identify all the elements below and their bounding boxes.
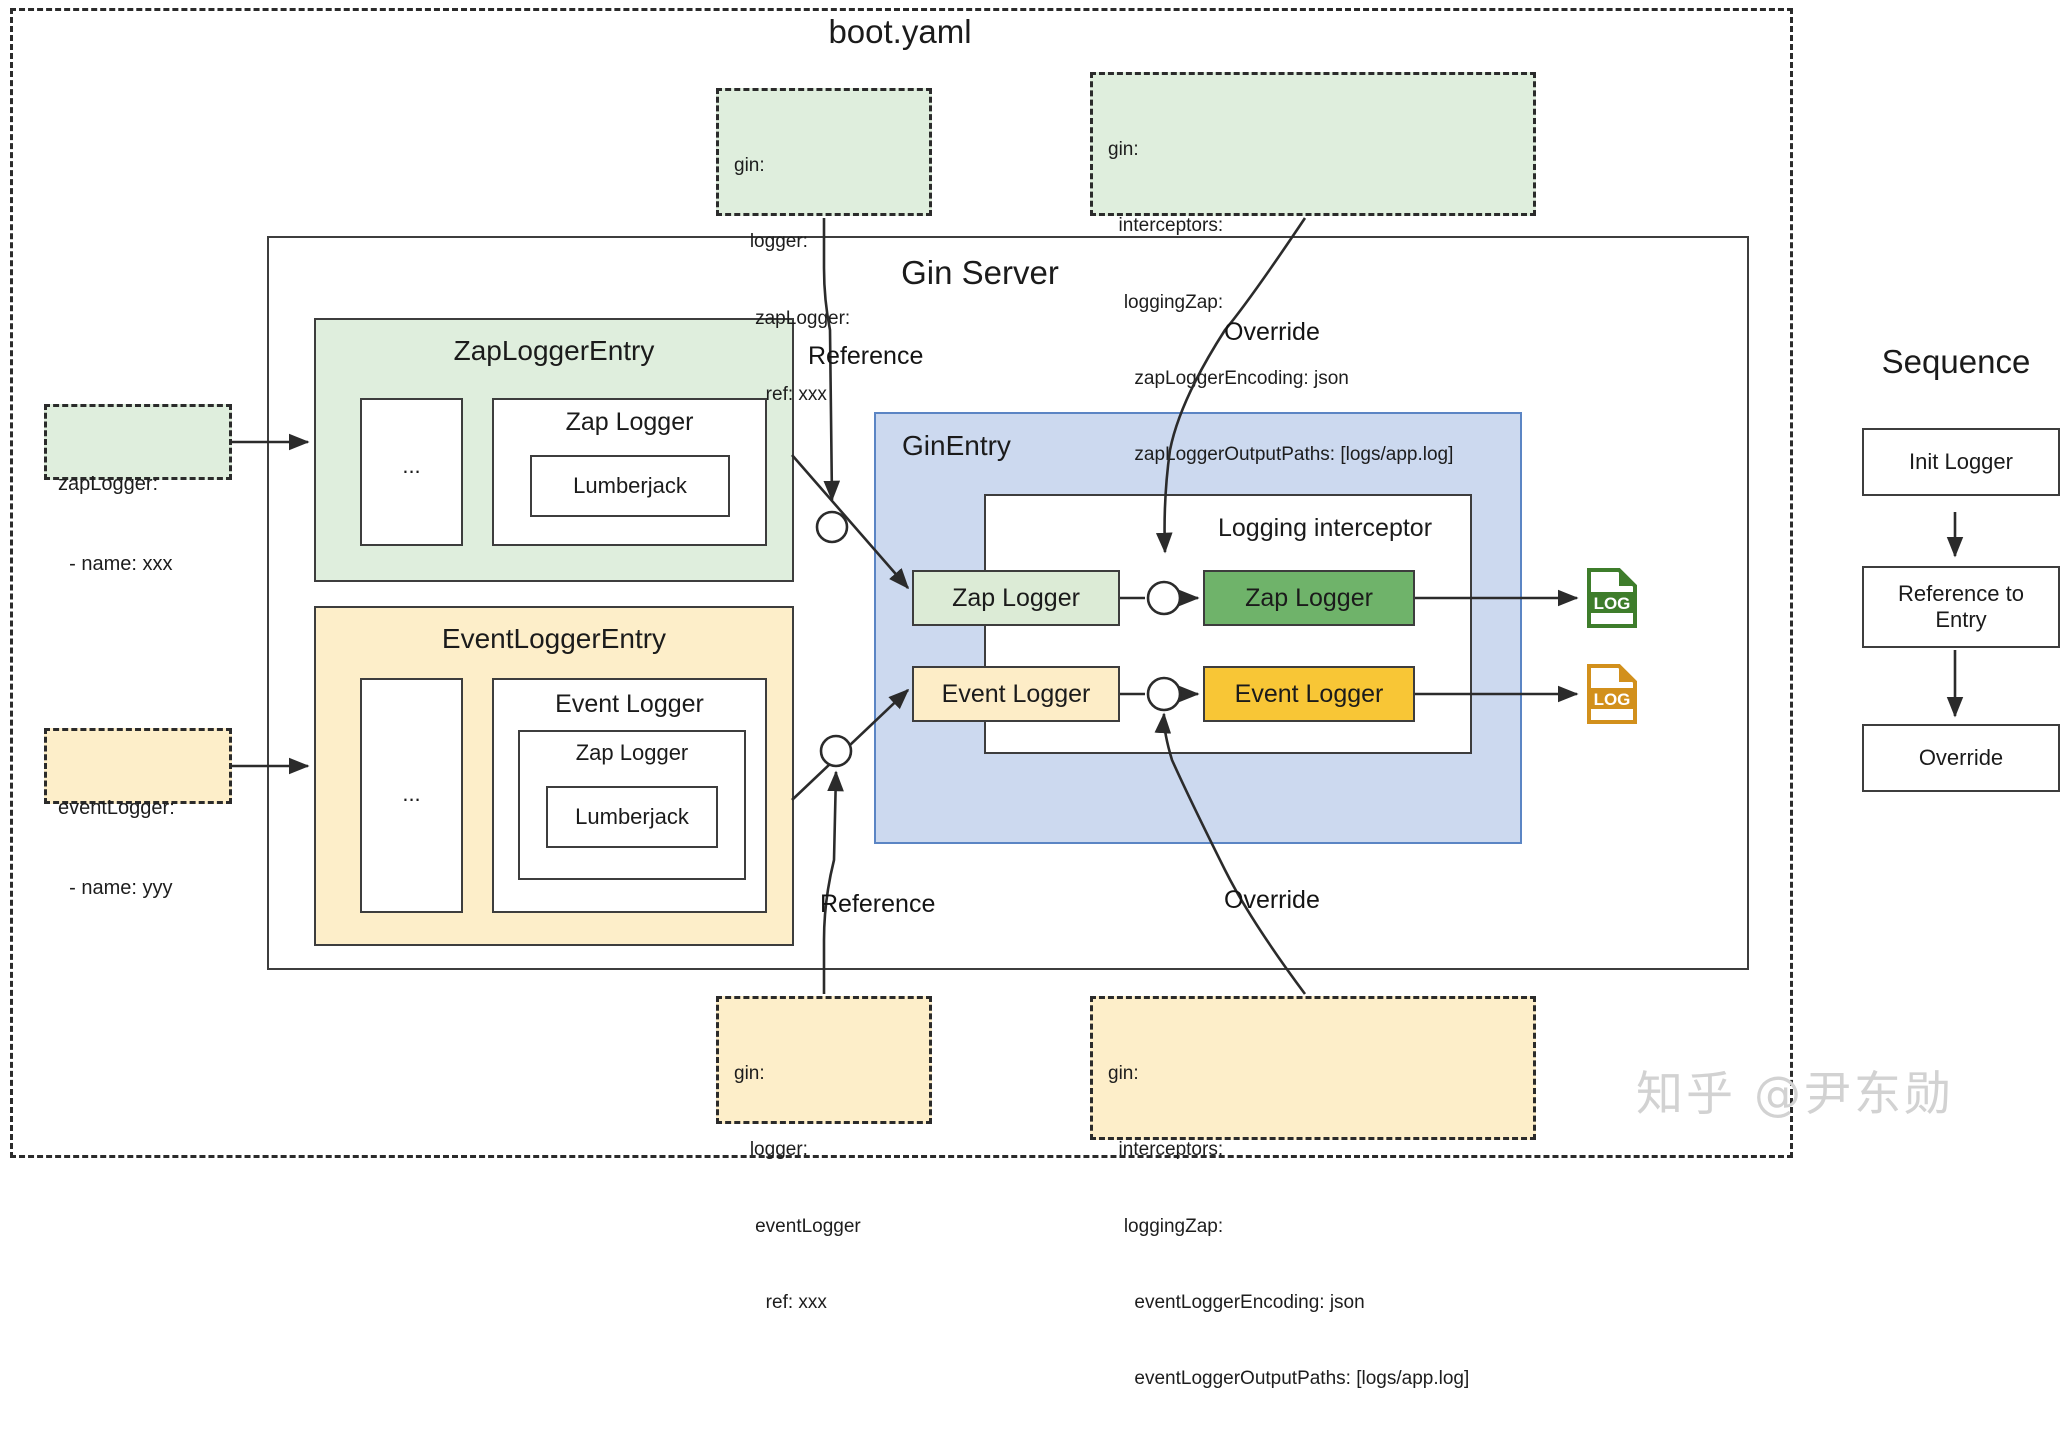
sequence-title: Sequence <box>1881 343 2031 380</box>
arrow-bottom-override-config <box>1154 712 1307 995</box>
cfg-line: eventLoggerEncoding: json <box>1108 1291 1365 1313</box>
cfg-line: ref: xxx <box>734 1291 827 1313</box>
diagram-canvas: boot.yaml Gin Server ZapLoggerEntry ... … <box>0 0 2067 1389</box>
arrow-top-override-config <box>1155 217 1307 554</box>
cfg-line: eventLogger <box>734 1215 861 1237</box>
zap-log-file-text: LOG <box>1594 594 1631 613</box>
override-label-bottom: Override <box>1224 886 1320 914</box>
junction-node-zap-override <box>1146 580 1182 616</box>
sequence-step-3-label: Override <box>1918 745 2004 770</box>
arrow-zapentry-to-ginentry <box>791 454 910 590</box>
cfg-line: eventLoggerOutputPaths: [logs/app.log] <box>1108 1368 1470 1390</box>
junction-node-event-override <box>1146 676 1182 712</box>
reference-label-top: Reference <box>808 342 924 370</box>
reference-label-bottom: Reference <box>820 890 936 918</box>
junction-node-zap-reference <box>815 510 849 544</box>
sequence-step-1-label: Init Logger <box>1909 449 2013 474</box>
sequence-step-2-label: Reference to Entry <box>1898 580 2024 632</box>
event-log-file-icon: LOG <box>1587 664 1637 724</box>
cfg-line: loggingZap: <box>1108 1215 1224 1237</box>
junction-node-event-reference <box>819 734 853 768</box>
connector-layer <box>232 217 1964 995</box>
event-log-file-text: LOG <box>1594 690 1631 709</box>
zap-log-file-icon: LOG <box>1587 568 1637 628</box>
arrow-bottom-reference-config <box>822 770 844 994</box>
override-label-top: Override <box>1224 318 1320 346</box>
zhihu-watermark: 知乎 @尹东勋 <box>1636 1067 1954 1122</box>
